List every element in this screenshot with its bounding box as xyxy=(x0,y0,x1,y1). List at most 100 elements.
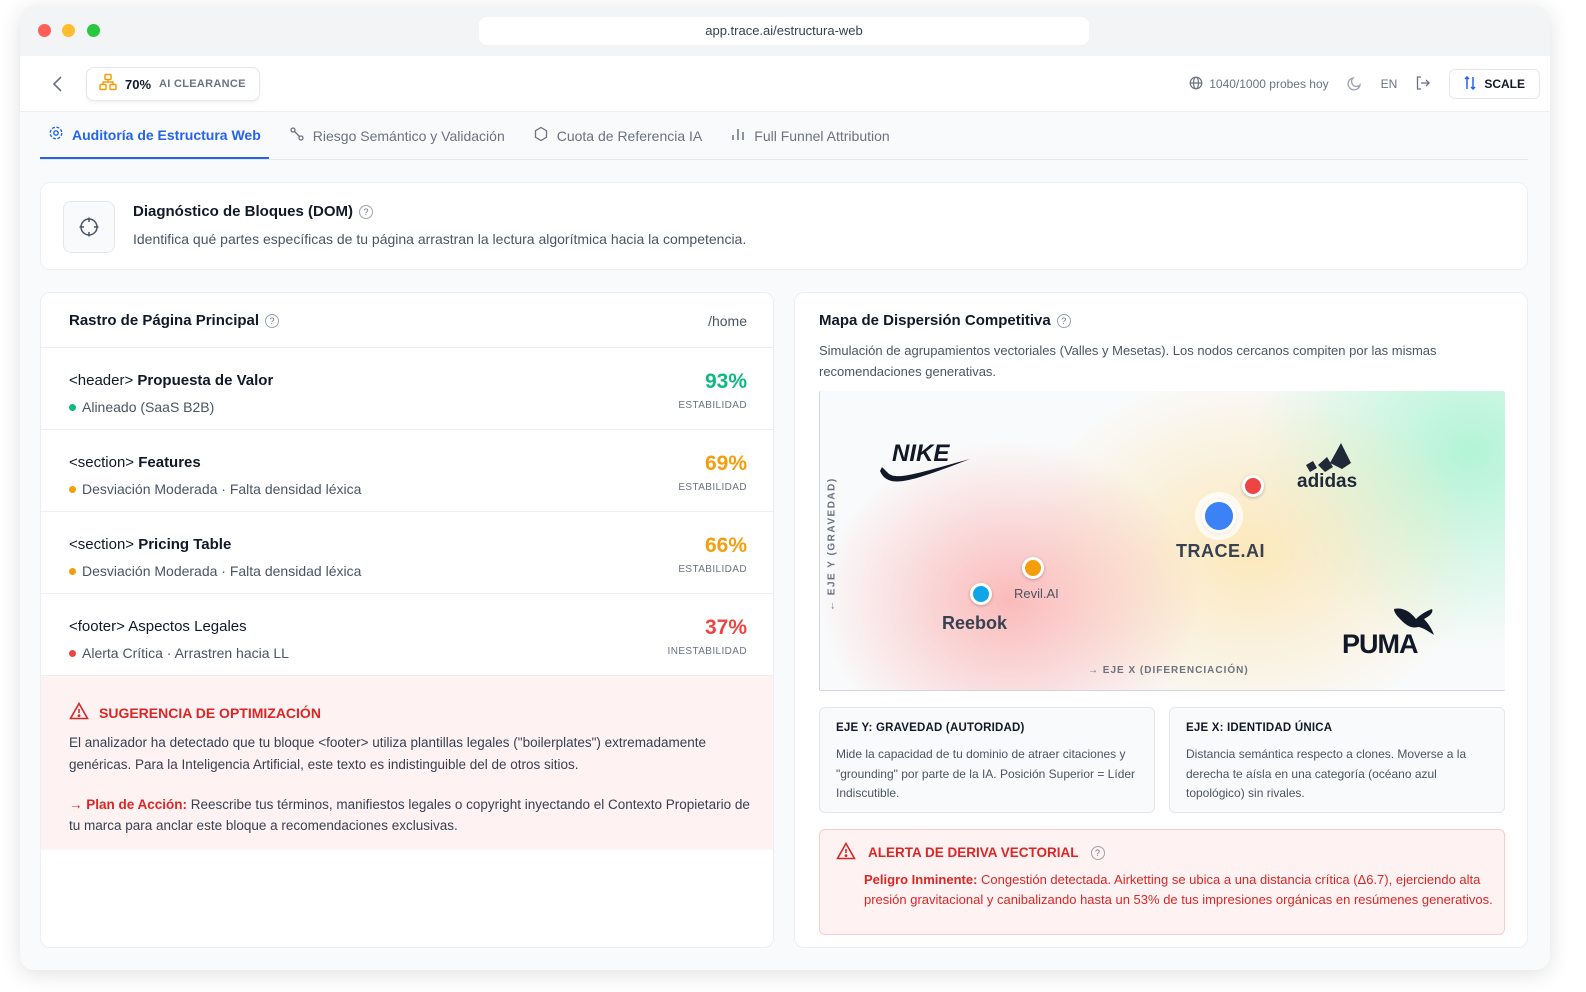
map-title-row: Mapa de Dispersión Competitiva ? xyxy=(819,312,1071,329)
trace-header: Rastro de Página Principal ? /home xyxy=(41,293,773,348)
help-icon[interactable]: ? xyxy=(1090,845,1105,860)
block-tag: <section> xyxy=(69,536,135,553)
route-icon xyxy=(289,126,305,145)
block-name: <header> Propuesta de Valor xyxy=(69,372,273,389)
diagnostic-card: Diagnóstico de Bloques (DOM) ? Identific… xyxy=(40,182,1528,270)
trace-ai-node[interactable] xyxy=(1202,499,1236,533)
page-trace-card: Rastro de Página Principal ? /home <head… xyxy=(40,292,774,948)
alert-title: ALERTA DE DERIVA VECTORIAL xyxy=(868,845,1079,860)
probes-counter: 1040/1000 probes hoy xyxy=(1189,76,1329,93)
block-name: <section> Pricing Table xyxy=(69,536,231,553)
dispersion-map-card: Mapa de Dispersión Competitiva ? Simulac… xyxy=(794,292,1528,948)
help-icon[interactable]: ? xyxy=(265,313,280,328)
block-name: <section> Features xyxy=(69,454,201,471)
action-plan-lead: → Plan de Acción: xyxy=(69,797,188,812)
scale-label: SCALE xyxy=(1484,77,1525,91)
top-bar: 70% AI CLEARANCE 1040/1000 probes hoy EN xyxy=(20,56,1550,112)
settings-scan-icon xyxy=(48,125,64,144)
adidas-logo: adidas xyxy=(1294,439,1374,492)
clearance-label: AI CLEARANCE xyxy=(159,78,246,90)
block-tag: <section> xyxy=(69,454,135,471)
vector-drift-alert: ALERTA DE DERIVA VECTORIAL ? Peligro Inm… xyxy=(819,829,1505,935)
block-title: Features xyxy=(138,454,201,471)
tab-bar: Auditoría de Estructura Web Riesgo Semán… xyxy=(40,112,1528,160)
tab-auditoria-estructura[interactable]: Auditoría de Estructura Web xyxy=(40,112,269,159)
help-icon[interactable]: ? xyxy=(1056,313,1071,328)
bar-chart-icon xyxy=(730,126,746,145)
trace-row[interactable]: <header> Propuesta de Valor Alineado (Sa… xyxy=(41,348,773,430)
stability-label: ESTABILIDAD xyxy=(678,482,747,493)
x-axis-info: EJE X: IDENTIDAD ÚNICA Distancia semánti… xyxy=(1169,707,1505,813)
window-titlebar: app.trace.ai/estructura-web xyxy=(20,6,1550,56)
block-title: Aspectos Legales xyxy=(128,618,247,635)
block-tag: <header> xyxy=(69,372,134,389)
warning-icon xyxy=(69,701,89,723)
block-title: Propuesta de Valor xyxy=(137,372,274,389)
crosshair-icon xyxy=(63,201,115,253)
tab-cuota-referencia[interactable]: Cuota de Referencia IA xyxy=(525,112,711,159)
puma-wordmark: PUMA xyxy=(1342,629,1418,659)
network-icon xyxy=(99,73,117,96)
block-name: <footer> Aspectos Legales xyxy=(69,618,247,635)
block-status: Alerta Crítica · Arrastren hacia LL xyxy=(69,645,289,661)
logout-icon[interactable] xyxy=(1415,75,1431,94)
tab-label: Auditoría de Estructura Web xyxy=(72,126,261,143)
nike-wordmark: NIKE xyxy=(892,440,950,467)
tab-label: Riesgo Semántico y Validación xyxy=(312,127,505,144)
minimize-window-button[interactable] xyxy=(62,24,75,37)
trace-ai-label: TRACE.AI xyxy=(1176,541,1265,561)
ai-clearance-badge[interactable]: 70% AI CLEARANCE xyxy=(86,67,260,101)
dispersion-map[interactable]: ← EJE Y (GRAVEDAD) → EJE X (DIFERENCIACI… xyxy=(819,391,1505,691)
back-arrow-icon[interactable] xyxy=(46,72,70,96)
y-axis-label: ← EJE Y (GRAVEDAD) xyxy=(826,477,838,611)
maximize-window-button[interactable] xyxy=(87,24,100,37)
nike-logo: NIKE xyxy=(878,437,974,491)
tab-riesgo-semantico[interactable]: Riesgo Semántico y Validación xyxy=(281,112,513,159)
tab-label: Cuota de Referencia IA xyxy=(556,127,703,144)
trace-row[interactable]: <section> Features Desviación Moderada ·… xyxy=(41,430,773,512)
suggestion-title: SUGERENCIA DE OPTIMIZACIÓN xyxy=(99,704,321,721)
tab-full-funnel[interactable]: Full Funnel Attribution xyxy=(722,112,897,159)
y-axis-info-title: EJE Y: GRAVEDAD (AUTORIDAD) xyxy=(836,722,1025,734)
status-text: Alineado (SaaS B2B) xyxy=(82,399,215,415)
alert-body: Peligro Inminente: Congestión detectada.… xyxy=(864,870,1494,910)
map-title: Mapa de Dispersión Competitiva xyxy=(819,312,1051,329)
status-dot xyxy=(69,485,76,493)
trace-row[interactable]: <section> Pricing Table Desviación Moder… xyxy=(41,512,773,594)
warning-icon xyxy=(836,841,856,863)
revil-ai-node[interactable] xyxy=(1022,557,1044,579)
trace-row[interactable]: <footer> Aspectos Legales Alerta Crítica… xyxy=(41,594,773,676)
close-window-button[interactable] xyxy=(38,24,51,37)
suggestion-text: El analizador ha detectado que tu bloque… xyxy=(69,735,706,772)
stability-label: ESTABILIDAD xyxy=(678,400,747,411)
adidas-wordmark: adidas xyxy=(1297,471,1357,491)
tab-label: Full Funnel Attribution xyxy=(754,127,890,144)
competitor-red-node[interactable] xyxy=(1242,475,1264,497)
revil-ai-label: Revil.AI xyxy=(1014,586,1059,601)
stability-score: 93% xyxy=(704,370,747,393)
alert-lead: Peligro Inminente: xyxy=(864,872,978,887)
help-icon[interactable]: ? xyxy=(359,204,374,219)
status-dot xyxy=(69,649,76,657)
probes-text: 1040/1000 probes hoy xyxy=(1209,77,1329,91)
scale-icon xyxy=(1464,75,1476,93)
action-plan: → Plan de Acción: Reescribe tus términos… xyxy=(69,794,759,836)
topbar-actions: 1040/1000 probes hoy EN SCALE xyxy=(1189,67,1540,101)
trace-title: Rastro de Página Principal xyxy=(69,312,260,329)
url-bar[interactable]: app.trace.ai/estructura-web xyxy=(479,17,1089,45)
clearance-percent: 70% xyxy=(125,76,152,92)
block-tag: <footer> xyxy=(69,618,125,635)
app-root: 70% AI CLEARANCE 1040/1000 probes hoy EN xyxy=(20,56,1550,970)
status-dot xyxy=(69,567,76,575)
scale-button[interactable]: SCALE xyxy=(1449,69,1540,99)
x-axis-info-title: EJE X: IDENTIDAD ÚNICA xyxy=(1186,722,1333,734)
block-status: Alineado (SaaS B2B) xyxy=(69,399,214,415)
trace-title-row: Rastro de Página Principal ? xyxy=(69,312,280,329)
diagnostic-description: Identifica qué partes específicas de tu … xyxy=(133,231,747,247)
diagnostic-title-row: Diagnóstico de Bloques (DOM) ? xyxy=(133,203,374,220)
dark-mode-moon-icon[interactable] xyxy=(1347,75,1363,94)
reebok-node[interactable] xyxy=(970,583,992,605)
block-status: Desviación Moderada · Falta densidad léx… xyxy=(69,481,361,497)
language-toggle[interactable]: EN xyxy=(1381,77,1398,91)
stability-label: INESTABILIDAD xyxy=(667,646,747,657)
